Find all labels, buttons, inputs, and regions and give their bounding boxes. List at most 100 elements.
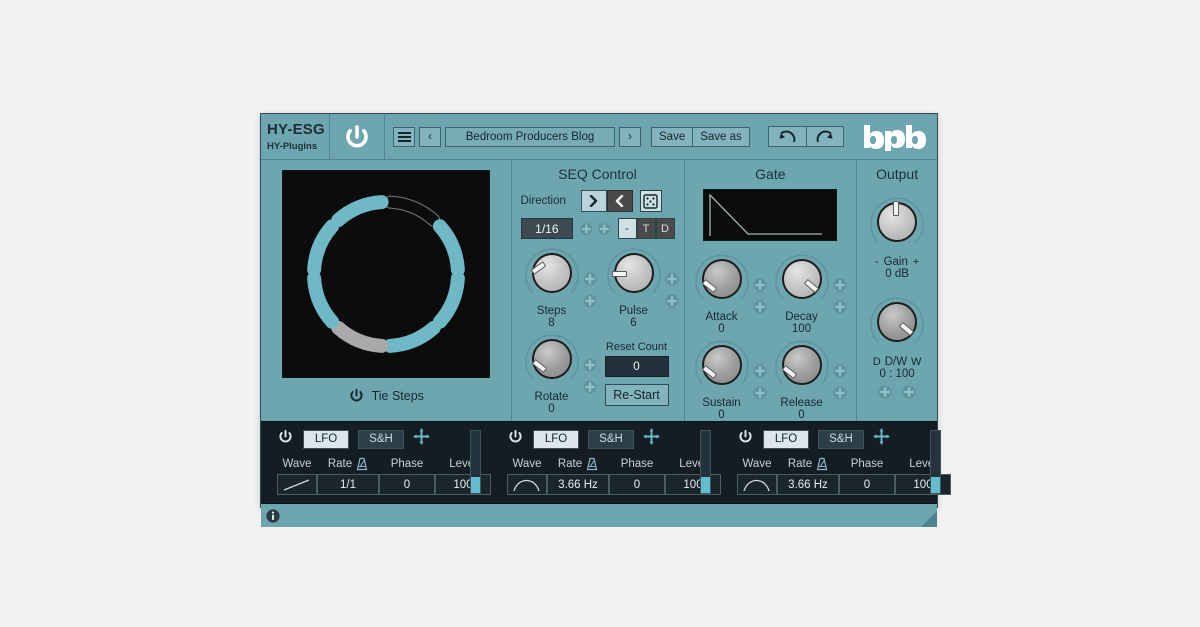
lfo-level-meter[interactable] — [700, 430, 711, 494]
rate-field[interactable]: 1/1 — [317, 474, 379, 495]
output-panel: Output - Gain + 0 dB D D/W W 0: 100 — [857, 160, 937, 421]
save-as-button[interactable]: Save as — [692, 126, 750, 147]
undo-button[interactable] — [767, 126, 806, 147]
move-arrows-icon[interactable] — [413, 428, 430, 445]
plus-icon[interactable] — [833, 300, 847, 314]
plus-icon[interactable] — [833, 364, 847, 378]
steps-knob[interactable] — [521, 245, 583, 307]
direction-row: Direction — [521, 190, 675, 212]
resize-grip-icon[interactable] — [915, 505, 937, 527]
step-segment[interactable] — [432, 219, 465, 277]
plus-icon[interactable] — [902, 385, 916, 399]
step-segment[interactable] — [306, 219, 339, 277]
pulse-stepper — [665, 272, 679, 308]
plus-icon[interactable] — [833, 278, 847, 292]
rate-normal-button[interactable]: - — [617, 218, 637, 239]
tie-steps-toggle[interactable]: Tie Steps — [348, 387, 424, 404]
phase-field[interactable]: 0 — [609, 474, 665, 495]
plus-icon[interactable] — [753, 364, 767, 378]
phase-field[interactable]: 0 — [379, 474, 435, 495]
plus-icon[interactable] — [583, 380, 597, 394]
power-icon — [509, 429, 522, 443]
step-sequencer-display[interactable] — [281, 170, 490, 378]
plus-icon[interactable] — [878, 385, 892, 399]
seq-control-title: SEQ Control — [558, 166, 637, 182]
drywet-knob[interactable] — [866, 294, 928, 356]
prev-preset-button[interactable]: ‹ — [419, 126, 441, 147]
seq-rate-field[interactable]: 1/16 — [520, 218, 574, 239]
plus-icon[interactable] — [833, 386, 847, 400]
info-icon[interactable] — [266, 508, 280, 523]
pulse-knob[interactable] — [603, 245, 665, 307]
step-segment[interactable] — [331, 320, 389, 353]
rate-field[interactable]: 3.66 Hz — [547, 474, 609, 495]
decay-knob-group: Decay 100 — [771, 251, 833, 335]
plus-icon[interactable] — [583, 294, 597, 308]
gain-knob[interactable] — [866, 194, 928, 256]
release-stepper — [833, 364, 847, 400]
save-button[interactable]: Save — [651, 126, 693, 147]
move-arrows-icon[interactable] — [643, 428, 660, 445]
wave-field[interactable] — [277, 474, 317, 495]
rate-field[interactable]: 3.66 Hz — [777, 474, 839, 495]
lfo-power-button[interactable] — [507, 428, 524, 450]
plus-icon[interactable] — [665, 294, 679, 308]
restart-button[interactable]: Re-Start — [604, 383, 669, 406]
plus-icon[interactable] — [598, 222, 611, 236]
lfo-level-meter[interactable] — [470, 430, 481, 494]
sh-mode-button[interactable]: S&H — [818, 429, 864, 449]
step-segment[interactable] — [331, 195, 389, 228]
lfo-mode-button[interactable]: LFO — [533, 429, 579, 449]
plus-icon[interactable] — [580, 222, 593, 236]
lfo-move-handle[interactable] — [643, 428, 660, 450]
step-segment[interactable] — [383, 320, 441, 353]
step-segment[interactable] — [432, 271, 465, 329]
sustain-knob[interactable] — [691, 337, 753, 399]
plus-icon[interactable] — [583, 358, 597, 372]
direction-backward-button[interactable] — [606, 190, 633, 212]
plus-icon[interactable] — [583, 272, 597, 286]
rate-dotted-button[interactable]: D — [655, 218, 675, 239]
wave-field[interactable] — [737, 474, 777, 495]
lfo-move-handle[interactable] — [873, 428, 890, 450]
lfo-power-button[interactable] — [737, 428, 754, 450]
move-arrows-icon[interactable] — [873, 428, 890, 445]
lfo-power-button[interactable] — [277, 428, 294, 450]
menu-button[interactable] — [393, 126, 415, 147]
rotate-knob[interactable] — [521, 331, 583, 393]
attack-knob[interactable] — [691, 251, 753, 313]
step-segment-fill[interactable] — [384, 196, 439, 226]
master-power-button[interactable] — [330, 122, 384, 152]
phase-field[interactable]: 0 — [839, 474, 895, 495]
preset-bar: ‹ Bedroom Producers Blog › Save Save as — [385, 126, 852, 147]
plus-icon[interactable] — [753, 386, 767, 400]
redo-button[interactable] — [805, 126, 844, 147]
lfo-mode-button[interactable]: LFO — [303, 429, 349, 449]
metronome-icon[interactable] — [816, 457, 828, 471]
sh-mode-button[interactable]: S&H — [588, 429, 634, 449]
plus-icon[interactable] — [753, 278, 767, 292]
lfo-move-handle[interactable] — [413, 428, 430, 450]
lfo-mode-button[interactable]: LFO — [763, 429, 809, 449]
reset-count-field[interactable]: 0 — [604, 355, 669, 377]
direction-forward-button[interactable] — [580, 190, 607, 212]
plus-icon[interactable] — [753, 300, 767, 314]
rate-triplet-button[interactable]: T — [636, 218, 656, 239]
preset-name-display[interactable]: Bedroom Producers Blog — [445, 126, 615, 147]
decay-knob[interactable] — [771, 251, 833, 313]
sequencer-panel: Tie Steps — [261, 160, 511, 421]
level-field[interactable]: 100 — [895, 474, 951, 495]
direction-random-button[interactable] — [639, 190, 662, 212]
next-preset-button[interactable]: › — [619, 126, 641, 147]
wave-field[interactable] — [507, 474, 547, 495]
sh-mode-button[interactable]: S&H — [358, 429, 404, 449]
release-knob[interactable] — [771, 337, 833, 399]
plus-icon[interactable] — [665, 272, 679, 286]
level-field[interactable]: 100 — [665, 474, 721, 495]
step-segment[interactable] — [306, 271, 339, 329]
metronome-icon[interactable] — [586, 457, 598, 471]
level-field[interactable]: 100 — [435, 474, 491, 495]
gate-envelope-display[interactable] — [703, 189, 838, 241]
metronome-icon[interactable] — [356, 457, 368, 471]
lfo-level-meter[interactable] — [930, 430, 941, 494]
